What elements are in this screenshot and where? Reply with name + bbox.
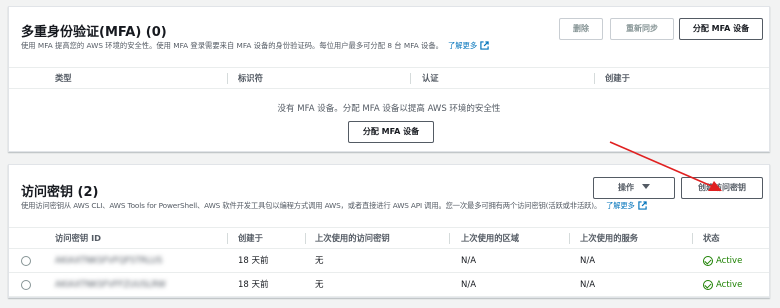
region-value: N/A <box>461 256 477 266</box>
mfa-learn-more-link[interactable]: 了解更多 <box>448 41 489 50</box>
region-value: N/A <box>461 280 477 290</box>
col-created[interactable]: 创建于 <box>238 228 263 248</box>
col-status[interactable]: 状态 <box>703 228 720 248</box>
assign-mfa-button[interactable]: 分配 MFA 设备 <box>679 18 763 40</box>
resync-mfa-button[interactable]: 重新同步 <box>610 18 674 40</box>
access-keys-description: 使用访问密钥从 AWS CLI、AWS Tools for PowerShell… <box>21 201 647 211</box>
access-keys-learn-more-label: 了解更多 <box>606 201 635 210</box>
mfa-title: 多重身份验证(MFA) (0) <box>21 25 167 40</box>
column-divider <box>692 233 693 244</box>
column-divider <box>410 73 411 84</box>
last-used-value: 无 <box>315 280 324 290</box>
mfa-table-header: 类型 标识符 认证 创建于 <box>9 67 769 89</box>
service-value: N/A <box>580 256 596 266</box>
actions-label: 操作 <box>618 183 634 192</box>
column-divider <box>305 233 306 244</box>
mfa-col-type[interactable]: 类型 <box>55 68 72 88</box>
col-last-used-key[interactable]: 上次使用的访问密钥 <box>315 228 390 248</box>
row-select-radio[interactable] <box>21 280 31 290</box>
actions-dropdown[interactable]: 操作 <box>593 177 675 199</box>
column-divider <box>569 233 570 244</box>
col-access-key-id[interactable]: 访问密钥 ID <box>55 228 101 248</box>
delete-mfa-button[interactable]: 删除 <box>559 18 603 40</box>
check-circle-icon <box>703 256 713 266</box>
mfa-col-certification[interactable]: 认证 <box>422 68 439 88</box>
external-link-icon <box>638 201 647 210</box>
service-value: N/A <box>580 280 596 290</box>
created-value: 18 天前 <box>238 280 269 290</box>
access-key-id: AKIAXTNKSFVFQFSTRLUS <box>55 256 163 266</box>
access-key-id: AKIAXTNKSFVFFZUUSLRW <box>55 280 166 290</box>
created-value: 18 天前 <box>238 256 269 266</box>
create-access-key-button[interactable]: 创建访问密钥 <box>681 177 763 199</box>
status-badge: Active <box>716 280 743 290</box>
check-circle-icon <box>703 280 713 290</box>
access-keys-learn-more-link[interactable]: 了解更多 <box>606 201 647 210</box>
mfa-learn-more-label: 了解更多 <box>447 41 478 50</box>
last-used-value: 无 <box>315 256 324 266</box>
access-keys-panel: 访问密钥 (2) 使用访问密钥从 AWS CLI、AWS Tools for P… <box>8 164 770 298</box>
table-row[interactable]: AKIAXTNKSFVFFZUUSLRW 18 天前 无 N/A N/A Act… <box>9 273 769 297</box>
column-divider <box>594 73 595 84</box>
mfa-col-created[interactable]: 创建于 <box>605 68 630 88</box>
col-last-used-region[interactable]: 上次使用的区域 <box>461 228 519 248</box>
mfa-description: 使用 MFA 提高您的 AWS 环境的安全性。使用 MFA 登录需要来自 MFA… <box>21 41 489 51</box>
status-badge: Active <box>716 256 743 266</box>
mfa-empty-message: 没有 MFA 设备。分配 MFA 设备以提高 AWS 环境的安全性 <box>277 104 501 114</box>
assign-mfa-empty-button[interactable]: 分配 MFA 设备 <box>348 121 434 143</box>
column-divider <box>449 233 450 244</box>
col-last-used-service[interactable]: 上次使用的服务 <box>580 228 638 248</box>
row-select-radio[interactable] <box>21 256 31 266</box>
mfa-col-identifier[interactable]: 标识符 <box>238 68 263 88</box>
table-row[interactable]: AKIAXTNKSFVFQFSTRLUS 18 天前 无 N/A N/A Act… <box>9 249 769 273</box>
column-divider <box>227 233 228 244</box>
external-link-icon <box>480 41 489 50</box>
column-divider <box>227 73 228 84</box>
caret-down-icon <box>642 184 650 189</box>
mfa-description-text: 使用 MFA 提高您的 AWS 环境的安全性。使用 MFA 登录需要来自 MFA… <box>21 41 443 50</box>
mfa-panel: 多重身份验证(MFA) (0) 使用 MFA 提高您的 AWS 环境的安全性。使… <box>8 6 770 152</box>
access-keys-description-text: 使用访问密钥从 AWS CLI、AWS Tools for PowerShell… <box>21 201 602 210</box>
access-keys-table-header: 访问密钥 ID 创建于 上次使用的访问密钥 上次使用的区域 上次使用的服务 状态 <box>9 227 769 249</box>
access-keys-title: 访问密钥 (2) <box>21 185 99 200</box>
